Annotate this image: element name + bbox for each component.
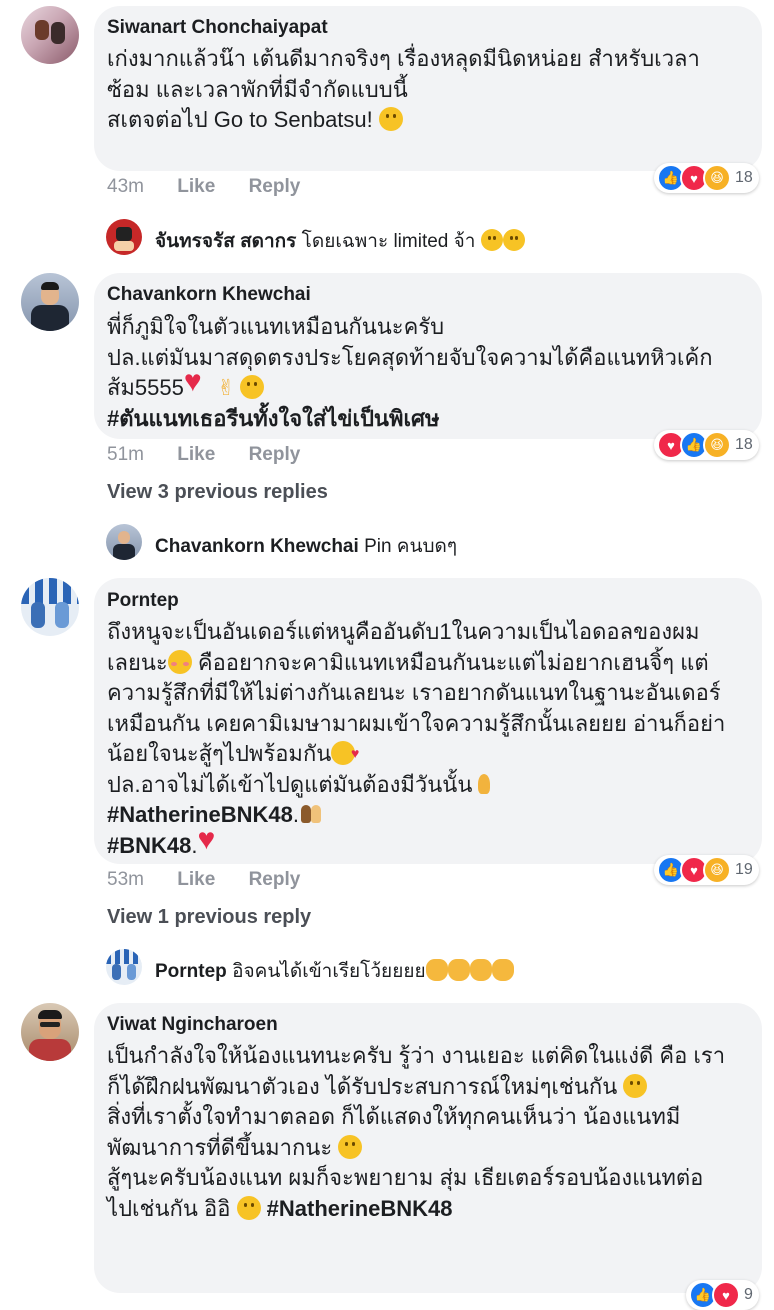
reply-text: โดยเฉพาะ limited จ้า xyxy=(301,231,476,252)
comment-time[interactable]: 53m xyxy=(107,869,144,891)
grin-emoji-icon xyxy=(480,229,503,251)
reply-preview[interactable]: Chavankorn Khewchai Pin คนบดๆ xyxy=(155,531,457,561)
hugging-face-emoji-icon xyxy=(167,649,192,674)
text-line: สเตจต่อไป Go to Senbatsu! xyxy=(107,105,757,136)
reaction-count: 18 xyxy=(735,436,753,453)
text-span: คืออยากจะคามิแนทเหมือนกันนะแต่ไม่อยากเฮน… xyxy=(191,649,709,675)
reply-text: อิจคนได้เข้าเรียโว้ยยยย xyxy=(232,961,426,982)
text-line: #BNK48. xyxy=(107,825,757,862)
avatar[interactable] xyxy=(21,273,79,331)
text-span: ไปเช่นกัน อิอิ xyxy=(107,1195,231,1221)
comment-author[interactable]: Siwanart Chonchaiyapat xyxy=(107,17,328,39)
couple-emoji-icon xyxy=(299,802,323,826)
victory-hand-emoji-icon xyxy=(216,373,240,404)
like-button[interactable]: Like xyxy=(177,869,215,891)
text-line: ส้ม5555 xyxy=(107,367,757,404)
crying-cat-emoji-icon xyxy=(425,959,448,981)
text-span: น้อยใจนะสู้ๆไปพร้อมกัน xyxy=(107,741,332,766)
reaction-count: 18 xyxy=(735,169,753,186)
comment-author[interactable]: Viwat Ngincharoen xyxy=(107,1014,278,1036)
reply-avatar[interactable] xyxy=(106,949,142,985)
reaction-count: 9 xyxy=(744,1286,753,1303)
text-line: พัฒนาการที่ดีขึ้นมากนะ xyxy=(107,1133,757,1164)
comment-time[interactable]: 43m xyxy=(107,176,144,198)
comment-actions: 51m Like Reply xyxy=(107,444,300,466)
reaction-summary[interactable]: 👍 ♥ 😆 19 xyxy=(654,855,759,885)
comment-actions: 43m Like Reply xyxy=(107,176,300,198)
like-button[interactable]: Like xyxy=(177,176,215,198)
text-line: ปล.อาจไม่ได้เข้าไปดูแต่มันต้องมีวันนั้น xyxy=(107,770,757,801)
text-line: น้อยใจนะสู้ๆไปพร้อมกัน xyxy=(107,738,757,770)
text-line: เหมือนกัน เคยคามิเมษามาผมเข้าใจความรู้สึ… xyxy=(107,710,726,736)
grin-emoji-icon xyxy=(502,229,525,251)
reply-button[interactable]: Reply xyxy=(249,869,301,891)
text-line: พี่ก็ภูมิใจในตัวแนทเหมือนกันนะครับ xyxy=(107,314,445,339)
reply-avatar[interactable] xyxy=(106,219,142,255)
reply-button[interactable]: Reply xyxy=(249,176,301,198)
comment-actions: 53m Like Reply xyxy=(107,869,300,891)
kissing-heart-emoji-icon xyxy=(331,738,359,769)
smirk-emoji-icon xyxy=(378,107,403,131)
comment-text: ถึงหนูจะเป็นอันเดอร์แต่หนูคืออันดับ1ในคว… xyxy=(107,617,757,861)
reply-avatar[interactable] xyxy=(106,524,142,560)
reply-author[interactable]: Porntep xyxy=(155,961,227,982)
crying-cat-emoji-icon xyxy=(447,959,470,981)
view-previous-replies-link[interactable]: View 3 previous replies xyxy=(107,481,328,504)
text-span: สเตจต่อไป Go to Senbatsu! xyxy=(107,107,373,132)
hashtag[interactable]: #BNK48 xyxy=(107,833,191,858)
smile-emoji-icon xyxy=(240,375,264,399)
comment-author[interactable]: Porntep xyxy=(107,590,179,612)
reaction-count: 19 xyxy=(735,861,753,878)
comment-text: เป็นกำลังใจให้น้องแนทนะครับ รู้ว่า งานเย… xyxy=(107,1041,757,1224)
like-button[interactable]: Like xyxy=(177,444,215,466)
reaction-summary[interactable]: 👍 ♥ 😆 18 xyxy=(654,163,759,193)
haha-reaction-icon: 😆 xyxy=(703,164,731,192)
text-line: ความรู้สึกที่มีให้ไม่ต่างกันเลยนะ เราอยา… xyxy=(107,680,721,705)
avatar[interactable] xyxy=(21,6,79,64)
text-line: ไปเช่นกัน อิอิ #NatherineBNK48 xyxy=(107,1194,757,1225)
text-line: ก็ได้ฝึกฝนพัฒนาตัวเอง ได้รับประสบการณ์ให… xyxy=(107,1072,757,1103)
folded-hands-emoji-icon xyxy=(472,772,496,796)
smirk-emoji-icon xyxy=(623,1073,648,1098)
reply-button[interactable]: Reply xyxy=(249,444,301,466)
text-line: เลยนะ คืออยากจะคามิแนทเหมือนกันนะแต่ไม่อ… xyxy=(107,648,757,679)
comment-time[interactable]: 51m xyxy=(107,444,144,466)
love-reaction-icon: ♥ xyxy=(712,1281,740,1309)
text-line: สิ่งที่เราตั้งใจทำมาตลอด ก็ได้แสดงให้ทุก… xyxy=(107,1104,681,1129)
view-previous-replies-link[interactable]: View 1 previous reply xyxy=(107,906,311,929)
reply-author[interactable]: จันทรจรัส สดากร xyxy=(155,231,296,252)
smirk-emoji-icon xyxy=(236,1195,261,1220)
reply-preview[interactable]: Porntep อิจคนได้เข้าเรียโว้ยยยย xyxy=(155,956,514,986)
avatar[interactable] xyxy=(21,578,79,636)
reaction-summary[interactable]: ♥ 👍 😆 18 xyxy=(654,430,759,460)
reaction-summary[interactable]: 👍 ♥ 9 xyxy=(686,1280,759,1310)
hashtag[interactable]: #NatherineBNK48 xyxy=(267,1196,453,1221)
heart-emoji-icon xyxy=(184,367,210,399)
text-line: ซ้อม และเวลาพักที่มีจำกัดแบบนี้ xyxy=(107,76,408,102)
hashtag[interactable]: #ตันแนทเธอรีนทั้งใจใส่ไข่เป็นพิเศษ xyxy=(107,404,757,435)
haha-reaction-icon: 😆 xyxy=(703,856,731,884)
avatar[interactable] xyxy=(21,1003,79,1061)
text-line: ปล.แต่มันมาสดุดตรงประโยคสุดท้ายจับใจความ… xyxy=(107,344,713,370)
text-line: สู้ๆนะครับน้องแนท ผมก็จะพยายาม สุ่ม เธีย… xyxy=(107,1165,704,1190)
comment-author[interactable]: Chavankorn Khewchai xyxy=(107,284,311,306)
text-span: ส้ม5555 xyxy=(107,375,184,400)
crying-cat-emoji-icon xyxy=(469,959,492,981)
text-span: ปล.อาจไม่ได้เข้าไปดูแต่มันต้องมีวันนั้น xyxy=(107,771,473,797)
reply-author[interactable]: Chavankorn Khewchai xyxy=(155,536,359,557)
comment-text: พี่ก็ภูมิใจในตัวแนทเหมือนกันนะครับ ปล.แต… xyxy=(107,312,757,434)
text-span: พัฒนาการที่ดีขึ้นมากนะ xyxy=(107,1134,333,1160)
reply-preview[interactable]: จันทรจรัส สดากร โดยเฉพาะ limited จ้า xyxy=(155,226,525,256)
text-line: เก่งมากแล้วน๊า เต้นดีมากจริงๆ เรื่องหลุด… xyxy=(107,46,700,71)
text-span: ก็ได้ฝึกฝนพัฒนาตัวเอง ได้รับประสบการณ์ให… xyxy=(107,1073,618,1099)
smile-emoji-icon xyxy=(338,1134,363,1159)
text-span: เลยนะ xyxy=(107,649,168,675)
comment-text: เก่งมากแล้วน๊า เต้นดีมากจริงๆ เรื่องหลุด… xyxy=(107,44,757,136)
reply-text: Pin คนบดๆ xyxy=(364,536,458,557)
text-line: ถึงหนูจะเป็นอันเดอร์แต่หนูคืออันดับ1ในคว… xyxy=(107,619,700,644)
haha-reaction-icon: 😆 xyxy=(703,431,731,459)
text-line: เป็นกำลังใจให้น้องแนทนะครับ รู้ว่า งานเย… xyxy=(107,1043,726,1068)
crying-cat-emoji-icon xyxy=(491,959,514,981)
heart-emoji-icon xyxy=(198,825,224,857)
